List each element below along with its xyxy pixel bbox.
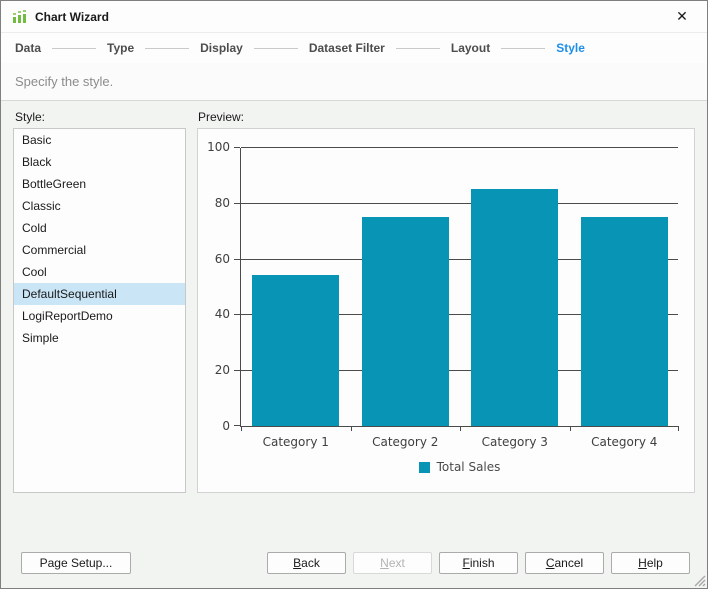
bar-category-1 — [252, 275, 340, 426]
y-axis-label-100: 100 — [207, 140, 230, 154]
x-axis-tick — [678, 426, 679, 431]
y-axis-label-60: 60 — [214, 251, 230, 266]
y-axis-tick — [234, 314, 240, 316]
chart-wizard-icon — [11, 9, 27, 25]
style-list-item-basic[interactable]: Basic — [14, 129, 185, 151]
wizard-steps: Data Type Display Dataset Filter Layout Style — [1, 33, 707, 63]
y-axis-label-0: 0 — [222, 419, 230, 433]
y-axis-tick — [234, 370, 240, 372]
resize-grip-icon[interactable] — [692, 573, 706, 587]
chart-wizard-dialog: Chart Wizard ✕ Data Type Display Dataset Fi… — [0, 0, 708, 589]
wizard-step-style[interactable]: Style — [556, 41, 585, 55]
step-description: Specify the style. — [15, 74, 114, 89]
bar-category-2 — [361, 216, 449, 426]
style-list-item-defaultsequential[interactable]: DefaultSequential — [14, 283, 185, 305]
subtitle-band: Specify the style. — [1, 63, 707, 101]
x-axis-label-category-1: Category 1 — [262, 435, 329, 449]
x-axis-tick — [569, 426, 571, 431]
y-axis-label-80: 80 — [214, 195, 230, 210]
style-list-item-cold[interactable]: Cold — [14, 217, 185, 239]
step-connector-line — [395, 47, 440, 49]
y-axis-label-20: 20 — [214, 363, 230, 378]
style-list-item-cool[interactable]: Cool — [14, 261, 185, 283]
style-list-item-bottlegreen[interactable]: BottleGreen — [14, 173, 185, 195]
wizard-step-data[interactable]: Data — [15, 41, 41, 55]
step-connector-line — [52, 47, 97, 49]
style-list-item-black[interactable]: Black — [14, 151, 185, 173]
x-axis-label-category-4: Category 4 — [591, 435, 658, 449]
style-list-item-simple[interactable]: Simple — [14, 327, 185, 349]
x-axis-label-category-2: Category 2 — [372, 435, 439, 449]
x-axis-tick — [241, 426, 242, 431]
wizard-step-dataset-filter[interactable]: Dataset Filter — [309, 41, 385, 55]
chart-preview: 0 20 40 60 80 100 Category 1 Category 2 Category… — [197, 128, 695, 493]
step-connector-line — [145, 47, 190, 49]
cancel-button[interactable]: Cancel — [525, 552, 604, 574]
content-area: Style: Preview: Basic Black BottleGreen Cla… — [1, 102, 707, 588]
step-connector-line — [501, 47, 546, 49]
gridline-y100 — [241, 147, 678, 148]
window-title: Chart Wizard — [35, 9, 109, 24]
preview-label: Preview: — [198, 110, 245, 124]
titlebar: Chart Wizard ✕ — [1, 1, 707, 33]
bar-category-3 — [471, 188, 559, 426]
gridline-y80 — [241, 202, 678, 204]
y-axis-tick — [234, 258, 240, 260]
x-axis-tick — [460, 426, 461, 431]
footer-button-row: Back Next Finish Cancel Help — [267, 552, 690, 574]
style-list-item-commercial[interactable]: Commercial — [14, 239, 185, 261]
finish-button[interactable]: Finish — [439, 552, 518, 574]
help-button[interactable]: Help — [611, 552, 690, 574]
close-button[interactable]: ✕ — [667, 4, 697, 30]
y-axis-tick — [234, 147, 240, 148]
wizard-step-type[interactable]: Type — [107, 41, 134, 55]
x-axis-tick — [350, 426, 352, 431]
style-list-label: Style: — [15, 110, 46, 124]
page-setup-button[interactable]: Page Setup... — [21, 552, 131, 574]
back-button[interactable]: Back — [267, 552, 346, 574]
next-button[interactable]: Next — [353, 552, 432, 574]
style-list: Basic Black BottleGreen Classic Cold Commerci… — [13, 128, 186, 493]
chart-legend: Total Sales — [241, 460, 678, 474]
y-axis-label-40: 40 — [214, 307, 230, 322]
bar-category-4 — [580, 216, 668, 426]
x-axis-label-category-3: Category 3 — [481, 435, 548, 449]
legend-label: Total Sales — [436, 460, 501, 474]
wizard-step-layout[interactable]: Layout — [451, 41, 490, 55]
step-connector-line — [253, 47, 298, 49]
chart-plot: 0 20 40 60 80 100 Category 1 Category 2 Category… — [207, 140, 679, 474]
style-list-item-logireportdemo[interactable]: LogiReportDemo — [14, 305, 185, 327]
wizard-step-display[interactable]: Display — [200, 41, 243, 55]
style-list-item-classic[interactable]: Classic — [14, 195, 185, 217]
y-axis-tick — [234, 425, 240, 426]
legend-swatch-icon — [418, 461, 430, 473]
y-axis-tick — [234, 202, 240, 204]
